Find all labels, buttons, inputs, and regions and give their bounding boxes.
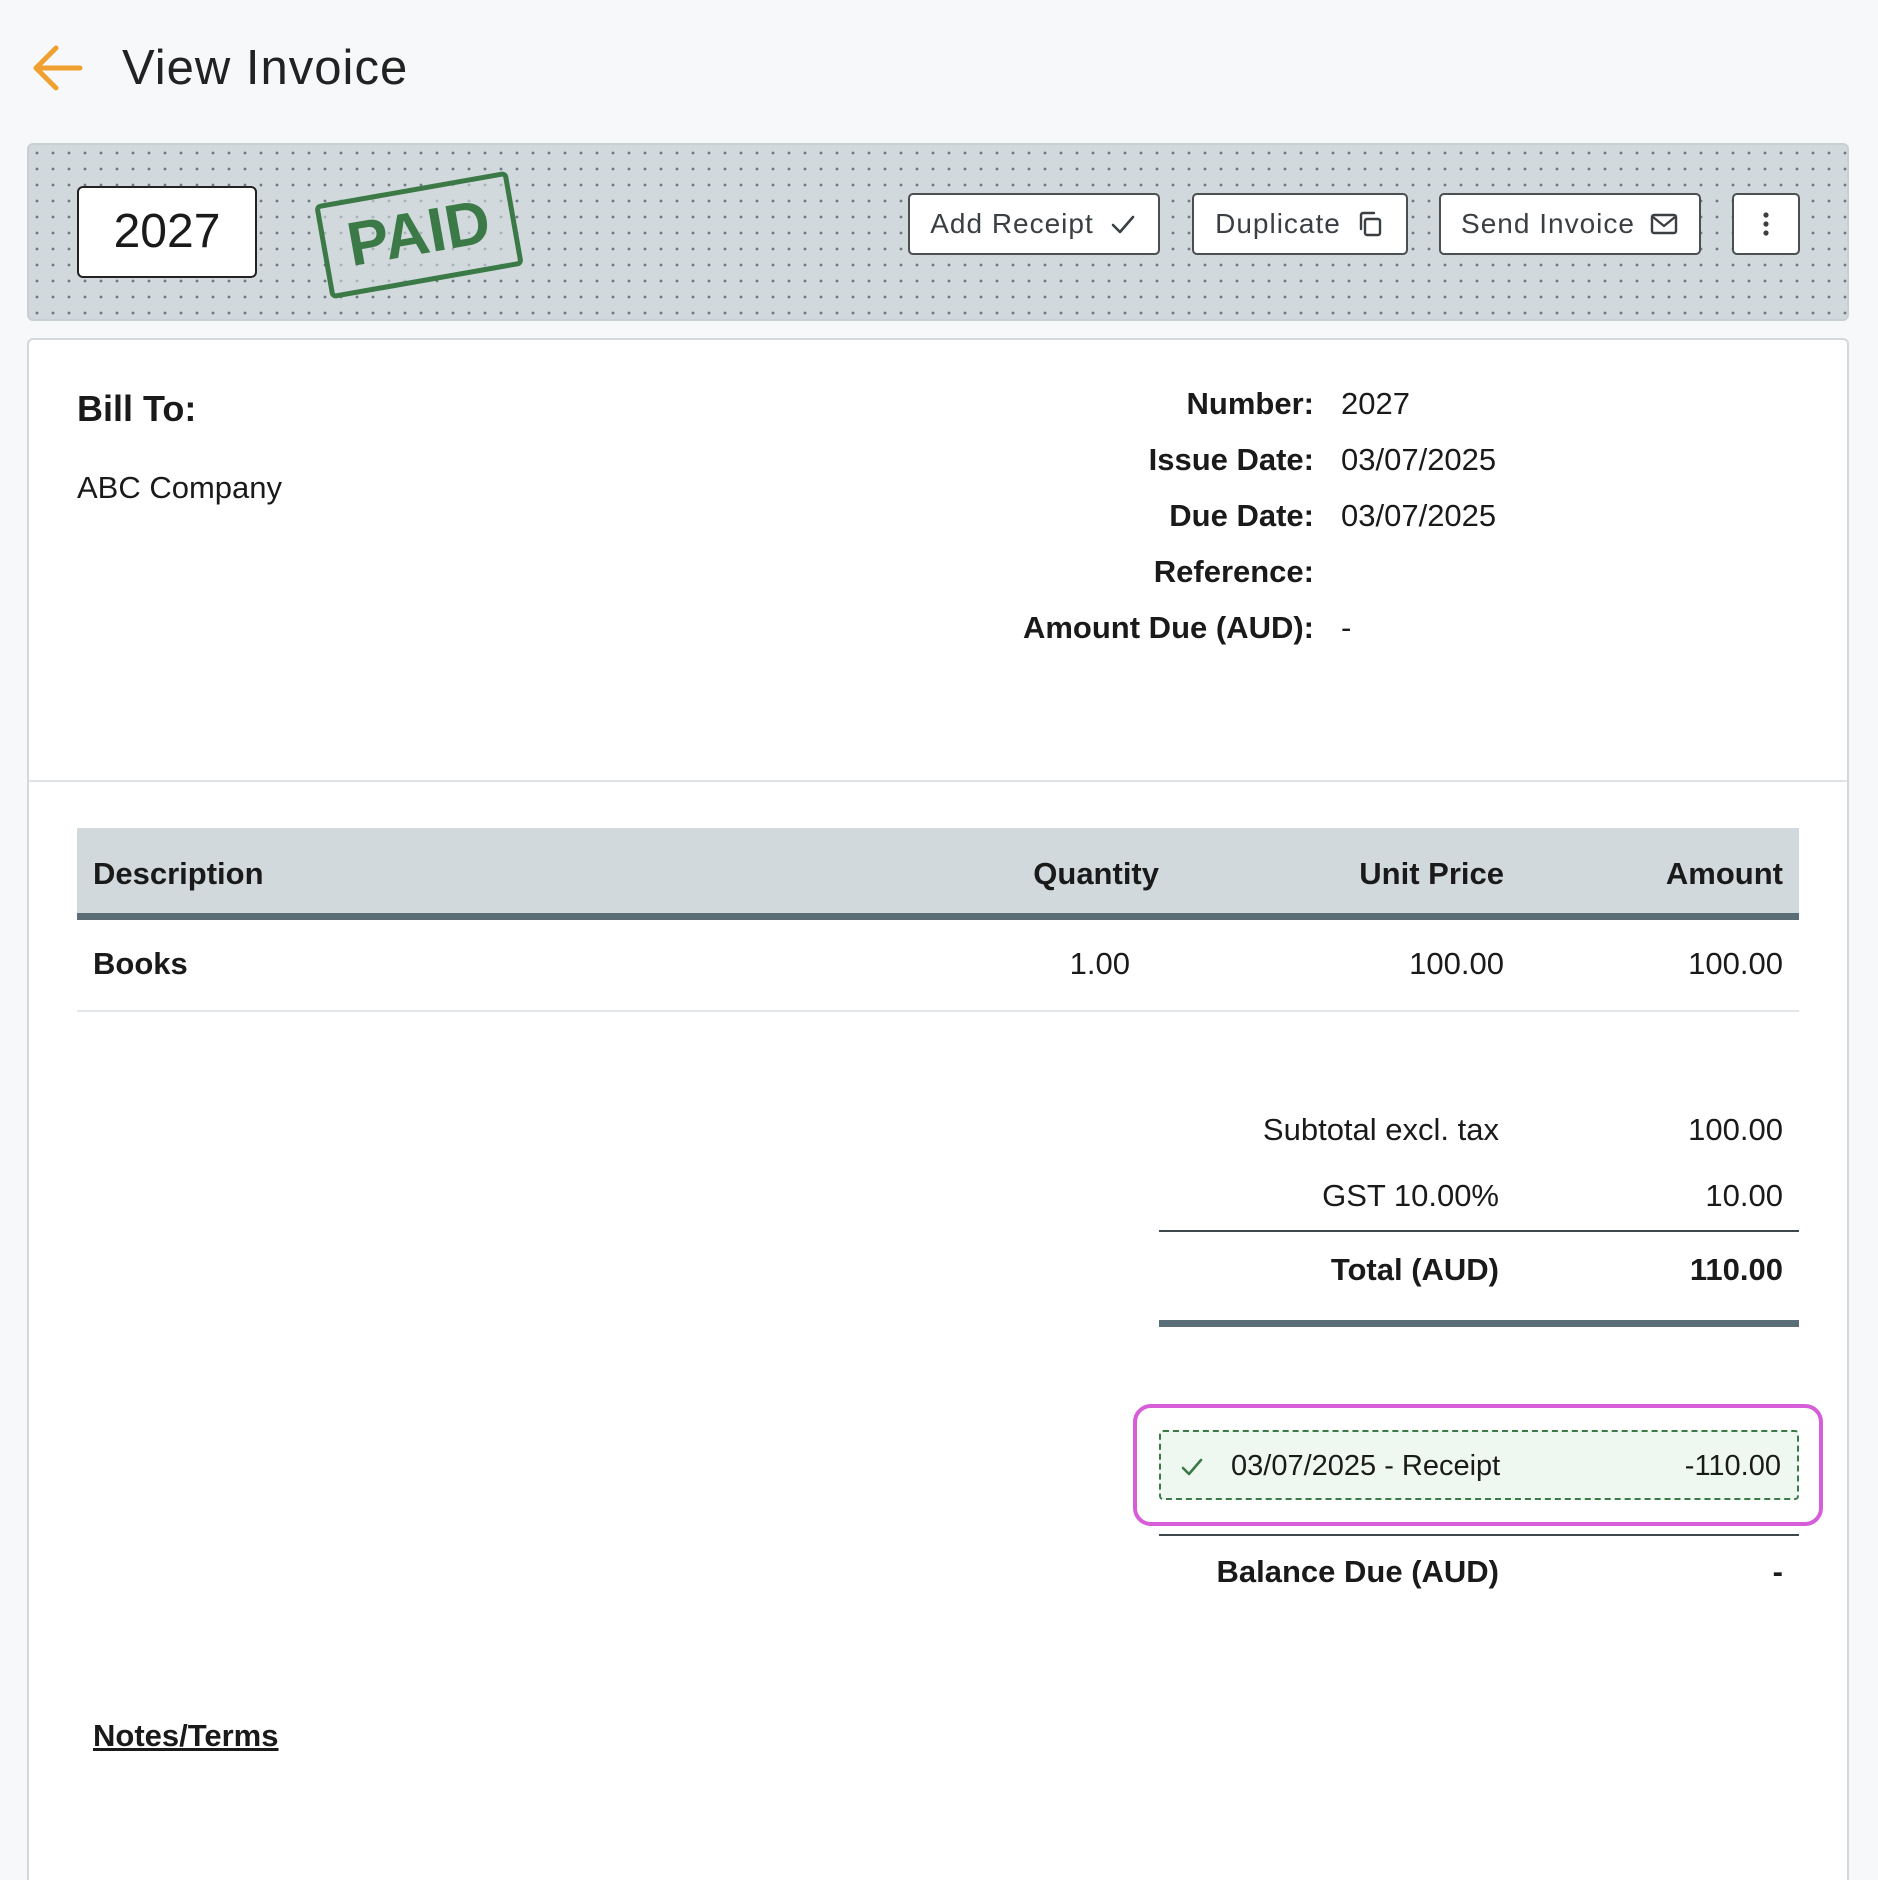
meta-value: 03/07/2025	[1341, 498, 1497, 533]
view-invoice-page: View Invoice 2027 PAID Add Receipt Dupli…	[0, 0, 1878, 1880]
subtotal-label: Subtotal excl. tax	[1262, 1112, 1499, 1147]
page-title: View Invoice	[122, 41, 409, 95]
items-table-header: Description Quantity Unit Price Amount	[77, 828, 1799, 920]
item-amount: 100.00	[1688, 946, 1783, 981]
check-icon	[1111, 215, 1135, 234]
add-receipt-button[interactable]: Add Receipt	[908, 193, 1160, 255]
subtotal-row: Subtotal excl. tax 100.00	[1159, 1112, 1799, 1172]
meta-row-amount-due: Amount Due (AUD): -	[969, 610, 1769, 666]
duplicate-button[interactable]: Duplicate	[1192, 193, 1408, 255]
meta-row-reference: Reference:	[969, 554, 1769, 610]
notes-terms-heading: Notes/Terms	[93, 1718, 279, 1753]
paid-stamp: PAID	[314, 170, 524, 300]
balance-due-row: Balance Due (AUD) -	[1159, 1554, 1799, 1614]
gst-row: GST 10.00% 10.00	[1159, 1178, 1799, 1238]
arrow-left-icon[interactable]	[30, 42, 86, 94]
column-header-amount: Amount	[1665, 856, 1783, 891]
total-row: Total (AUD) 110.00	[1159, 1252, 1799, 1312]
item-description: Books	[93, 946, 188, 981]
totals-divider	[1159, 1230, 1799, 1232]
subtotal-value: 100.00	[1688, 1112, 1783, 1147]
invoice-number-badge: 2027	[77, 186, 257, 278]
more-options-button[interactable]	[1732, 193, 1800, 255]
gst-value: 10.00	[1705, 1178, 1783, 1213]
meta-label: Issue Date:	[1148, 442, 1314, 477]
column-header-quantity: Quantity	[1033, 856, 1159, 891]
balance-due-value: -	[1772, 1554, 1783, 1589]
meta-label: Number:	[1186, 386, 1314, 421]
balance-divider	[1159, 1534, 1799, 1536]
bill-to-name: ABC Company	[77, 470, 283, 505]
column-header-unit-price: Unit Price	[1359, 856, 1504, 891]
send-invoice-label: Send Invoice	[1461, 208, 1635, 239]
copy-icon	[1359, 211, 1382, 237]
receipt-highlight-outline	[1133, 1404, 1823, 1526]
meta-row-due-date: Due Date: 03/07/2025	[969, 498, 1769, 554]
duplicate-label: Duplicate	[1215, 208, 1341, 239]
invoice-card: Bill To: ABC Company Number: 2027 Issue …	[27, 338, 1849, 1880]
meta-row-issue-date: Issue Date: 03/07/2025	[969, 442, 1769, 498]
gst-label: GST 10.00%	[1322, 1178, 1499, 1213]
column-header-description: Description	[93, 856, 264, 891]
meta-row-number: Number: 2027	[969, 386, 1769, 442]
meta-value: 03/07/2025	[1341, 442, 1497, 477]
table-row: Books 1.00 100.00 100.00	[77, 920, 1799, 1012]
invoice-toolbar: 2027 PAID Add Receipt Duplicate Send Inv…	[27, 143, 1849, 321]
send-invoice-button[interactable]: Send Invoice	[1439, 193, 1701, 255]
add-receipt-label: Add Receipt	[930, 208, 1094, 239]
total-label: Total (AUD)	[1330, 1252, 1499, 1287]
item-unit-price: 100.00	[1409, 946, 1504, 981]
meta-label: Amount Due (AUD):	[1022, 610, 1314, 645]
page-header: View Invoice	[0, 0, 1878, 140]
meta-value: 2027	[1341, 386, 1410, 421]
vertical-dots-icon	[1763, 212, 1769, 236]
total-underline	[1159, 1320, 1799, 1327]
meta-label: Due Date:	[1169, 498, 1314, 533]
item-quantity: 1.00	[1069, 946, 1130, 981]
meta-label: Reference:	[1153, 554, 1314, 589]
meta-value: -	[1341, 610, 1352, 645]
bill-to-label: Bill To:	[77, 388, 197, 429]
total-value: 110.00	[1689, 1252, 1783, 1287]
invoice-meta: Number: 2027 Issue Date: 03/07/2025 Due …	[969, 386, 1769, 666]
section-divider	[29, 780, 1847, 782]
mail-icon	[1650, 213, 1678, 235]
balance-due-label: Balance Due (AUD)	[1216, 1554, 1500, 1589]
